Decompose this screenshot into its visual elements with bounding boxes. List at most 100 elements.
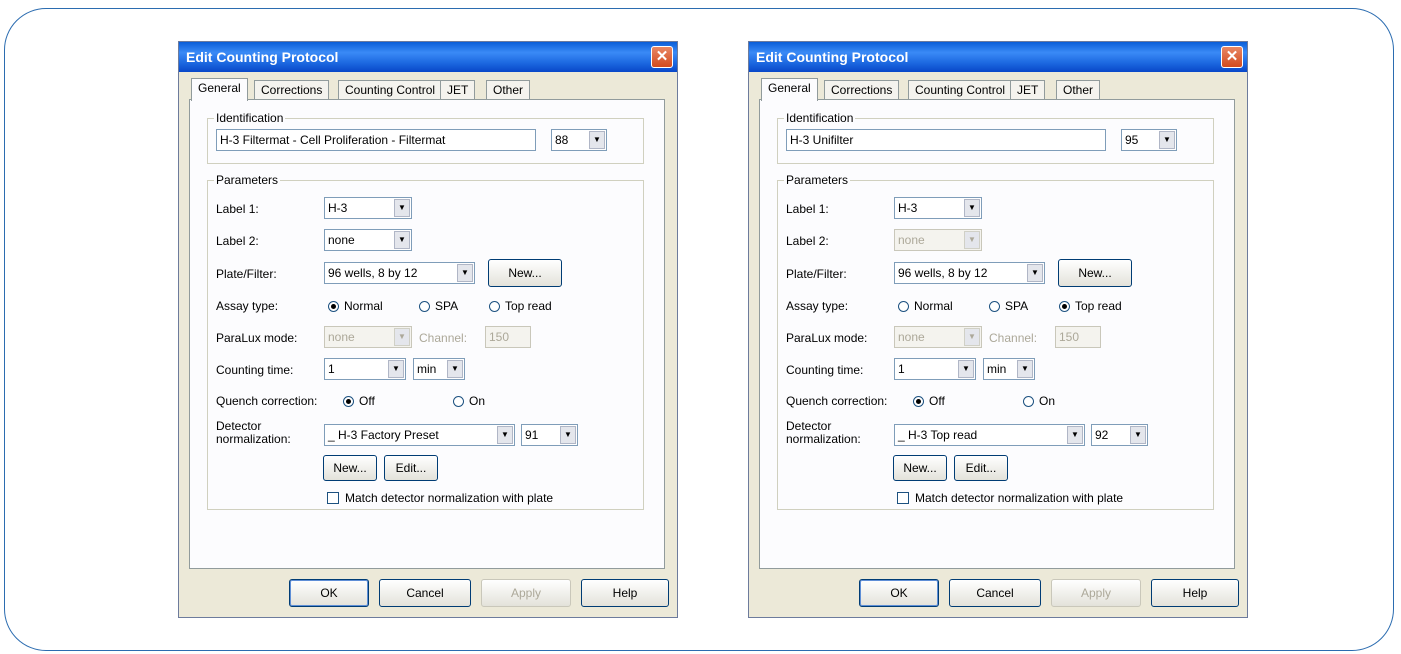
quench-on-radio[interactable]: On: [1023, 394, 1055, 408]
identification-label: Identification: [784, 111, 856, 125]
tab-other[interactable]: Other: [1056, 80, 1101, 100]
tab-general[interactable]: General: [191, 78, 248, 101]
detector-label: Detector: [216, 419, 262, 433]
tab-jet[interactable]: JET: [1010, 80, 1046, 100]
chevron-down-icon[interactable]: ▼: [964, 199, 980, 217]
assay-top-read-radio[interactable]: Top read: [489, 299, 552, 313]
radio-spa-dot: [989, 301, 1000, 312]
chevron-down-icon[interactable]: ▼: [457, 264, 473, 282]
chevron-down-icon[interactable]: ▼: [964, 328, 980, 346]
chevron-down-icon[interactable]: ▼: [1067, 426, 1083, 444]
chevron-down-icon[interactable]: ▼: [964, 231, 980, 249]
quench-on-radio[interactable]: On: [453, 394, 485, 408]
general-tab-panel: Identification H-3 Filtermat - Cell Prol…: [189, 99, 665, 569]
chevron-down-icon[interactable]: ▼: [497, 426, 513, 444]
label2-select[interactable]: none ▼: [894, 229, 982, 251]
help-button[interactable]: Help: [1151, 579, 1239, 607]
ok-button[interactable]: OK: [289, 579, 369, 607]
match-detector-checkbox[interactable]: Match detector normalization with plate: [897, 491, 1123, 505]
tab-other[interactable]: Other: [486, 80, 531, 100]
help-button[interactable]: Help: [581, 579, 669, 607]
chevron-down-icon[interactable]: ▼: [1017, 360, 1033, 378]
protocol-name-input[interactable]: H-3 Unifilter: [786, 129, 1106, 151]
cancel-button[interactable]: Cancel: [949, 579, 1041, 607]
paralux-mode-select[interactable]: none ▼: [894, 326, 982, 348]
protocol-name-input[interactable]: H-3 Filtermat - Cell Proliferation - Fil…: [216, 129, 536, 151]
detector-new-button[interactable]: New...: [893, 455, 947, 481]
chevron-down-icon[interactable]: ▼: [388, 360, 404, 378]
counting-time-select[interactable]: 1 ▼: [894, 358, 976, 380]
radio-on-dot: [453, 396, 464, 407]
detector-normalization-select[interactable]: _ H-3 Top read ▼: [894, 424, 1085, 446]
close-icon[interactable]: ✕: [1221, 46, 1243, 68]
label1-select[interactable]: H-3 ▼: [324, 197, 412, 219]
detector-number-select[interactable]: 91 ▼: [521, 424, 578, 446]
normalization-label: normalization:: [786, 432, 861, 446]
chevron-down-icon[interactable]: ▼: [394, 231, 410, 249]
chevron-down-icon[interactable]: ▼: [560, 426, 576, 444]
protocol-number-select[interactable]: 95 ▼: [1121, 129, 1177, 151]
channel-input[interactable]: 150: [1055, 326, 1101, 348]
ok-button[interactable]: OK: [859, 579, 939, 607]
chevron-down-icon[interactable]: ▼: [958, 360, 974, 378]
detector-new-button[interactable]: New...: [323, 455, 377, 481]
parameters-group: Parameters Label 1: H-3 ▼ Label 2: none …: [207, 173, 644, 510]
quench-correction-label: Quench correction:: [786, 394, 888, 408]
cancel-button[interactable]: Cancel: [379, 579, 471, 607]
dialog-title: Edit Counting Protocol: [186, 49, 339, 65]
assay-top-read-radio[interactable]: Top read: [1059, 299, 1122, 313]
protocol-number-select[interactable]: 88 ▼: [551, 129, 607, 151]
plate-new-button[interactable]: New...: [488, 259, 562, 287]
chevron-down-icon[interactable]: ▼: [394, 199, 410, 217]
parameters-label: Parameters: [784, 173, 851, 187]
plate-new-button[interactable]: New...: [1058, 259, 1132, 287]
label2-select[interactable]: none ▼: [324, 229, 412, 251]
paralux-mode-select[interactable]: none ▼: [324, 326, 412, 348]
counting-time-unit-select[interactable]: min ▼: [413, 358, 465, 380]
assay-normal-radio[interactable]: Normal: [328, 299, 383, 313]
quench-off-radio[interactable]: Off: [913, 394, 945, 408]
channel-input[interactable]: 150: [485, 326, 531, 348]
edit-counting-protocol-dialog: Edit Counting Protocol ✕ General Correct…: [178, 41, 678, 618]
radio-spa-dot: [419, 301, 430, 312]
apply-button[interactable]: Apply: [481, 579, 571, 607]
chevron-down-icon[interactable]: ▼: [1027, 264, 1043, 282]
detector-edit-button[interactable]: Edit...: [384, 455, 438, 481]
checkbox-box: [327, 492, 339, 504]
detector-edit-button[interactable]: Edit...: [954, 455, 1008, 481]
counting-time-unit-select[interactable]: min ▼: [983, 358, 1035, 380]
tab-corrections[interactable]: Corrections: [254, 80, 330, 100]
radio-off-dot: [343, 396, 354, 407]
apply-button[interactable]: Apply: [1051, 579, 1141, 607]
assay-type-label: Assay type:: [786, 299, 849, 313]
tab-counting-control[interactable]: Counting Control: [338, 80, 443, 100]
assay-spa-radio[interactable]: SPA: [419, 299, 458, 313]
identification-label: Identification: [214, 111, 286, 125]
tab-jet[interactable]: JET: [440, 80, 476, 100]
detector-normalization-select[interactable]: _ H-3 Factory Preset ▼: [324, 424, 515, 446]
close-icon[interactable]: ✕: [651, 46, 673, 68]
chevron-down-icon[interactable]: ▼: [447, 360, 463, 378]
plate-filter-select[interactable]: 96 wells, 8 by 12 ▼: [894, 262, 1045, 284]
chevron-down-icon[interactable]: ▼: [1130, 426, 1146, 444]
parameters-label: Parameters: [214, 173, 281, 187]
edit-counting-protocol-dialog: Edit Counting Protocol ✕ General Correct…: [748, 41, 1248, 618]
assay-spa-radio[interactable]: SPA: [989, 299, 1028, 313]
label2-label: Label 2:: [786, 234, 829, 248]
assay-normal-radio[interactable]: Normal: [898, 299, 953, 313]
chevron-down-icon[interactable]: ▼: [589, 131, 605, 149]
chevron-down-icon[interactable]: ▼: [1159, 131, 1175, 149]
tab-general[interactable]: General: [761, 78, 818, 101]
channel-label: Channel:: [989, 331, 1038, 345]
tab-corrections[interactable]: Corrections: [824, 80, 900, 100]
label1-select[interactable]: H-3 ▼: [894, 197, 982, 219]
quench-off-radio[interactable]: Off: [343, 394, 375, 408]
label1-label: Label 1:: [216, 202, 259, 216]
counting-time-select[interactable]: 1 ▼: [324, 358, 406, 380]
plate-filter-select[interactable]: 96 wells, 8 by 12 ▼: [324, 262, 475, 284]
identification-group: Identification H-3 Unifilter 95 ▼: [777, 111, 1214, 164]
chevron-down-icon[interactable]: ▼: [394, 328, 410, 346]
detector-number-select[interactable]: 92 ▼: [1091, 424, 1148, 446]
match-detector-checkbox[interactable]: Match detector normalization with plate: [327, 491, 553, 505]
tab-counting-control[interactable]: Counting Control: [908, 80, 1013, 100]
